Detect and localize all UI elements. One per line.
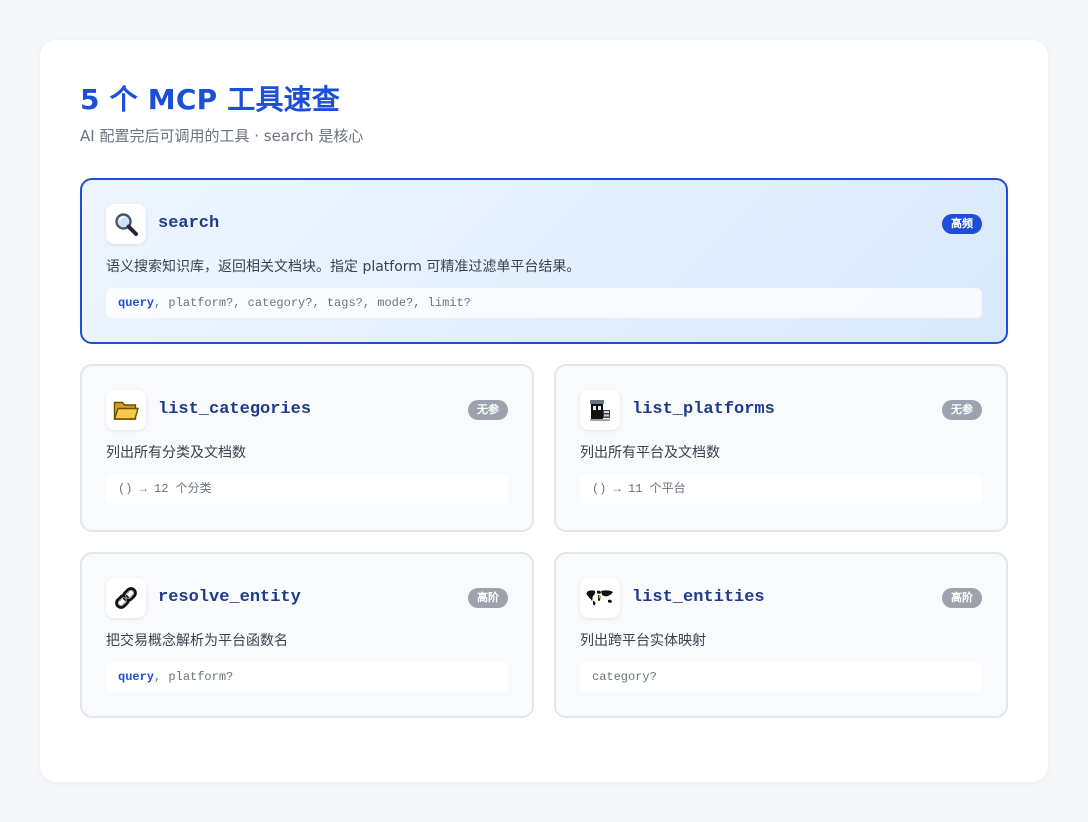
tool-card-search[interactable]: search 高频 语义搜索知识库，返回相关文档块。指定 platform 可精… xyxy=(80,178,1008,344)
status-badge: 高阶 xyxy=(468,588,508,608)
signature-required-param: query xyxy=(118,670,155,684)
tool-name: list_entities xyxy=(632,588,765,607)
signature-required-param: query xyxy=(118,296,155,310)
status-badge: 高频 xyxy=(942,214,982,234)
signature-params: , platform? xyxy=(154,670,234,684)
tool-card-list-entities[interactable]: list_entities 高阶 列出跨平台实体映射 category? xyxy=(554,552,1008,718)
platform-icon xyxy=(580,390,620,430)
page-title: 5 个 MCP 工具速查 xyxy=(80,83,341,116)
status-badge: 无参 xyxy=(468,400,508,420)
page-subtitle: AI 配置完后可调用的工具 · search 是核心 xyxy=(80,127,364,145)
tool-name: list_platforms xyxy=(632,400,775,419)
link-icon xyxy=(106,578,146,618)
signature-params: , platform?, category?, tags?, mode?, li… xyxy=(154,296,471,310)
tool-description: 列出所有分类及文档数 xyxy=(106,445,246,461)
tool-signature: category? xyxy=(580,662,982,692)
tools-panel: 5 个 MCP 工具速查 AI 配置完后可调用的工具 · search 是核心 … xyxy=(40,40,1048,782)
magnifier-icon xyxy=(106,204,146,244)
tool-description: 列出所有平台及文档数 xyxy=(580,445,720,461)
folder-icon xyxy=(106,390,146,430)
tool-name: search xyxy=(158,214,220,233)
world-map-icon xyxy=(580,578,620,618)
tool-description: 语义搜索知识库，返回相关文档块。指定 platform 可精准过滤单平台结果。 xyxy=(106,259,581,275)
status-badge: 无参 xyxy=(942,400,982,420)
signature-params: () → 11 个平台 xyxy=(592,482,686,496)
signature-params: category? xyxy=(592,670,657,684)
tool-signature: () → 11 个平台 xyxy=(580,474,982,504)
signature-params: () → 12 个分类 xyxy=(118,482,212,496)
tool-signature: query, platform?, category?, tags?, mode… xyxy=(106,288,982,318)
tool-signature: query, platform? xyxy=(106,662,508,692)
tool-card-list-categories[interactable]: list_categories 无参 列出所有分类及文档数 () → 12 个分… xyxy=(80,364,534,532)
tool-card-list-platforms[interactable]: list_platforms 无参 列出所有平台及文档数 () → 11 个平台 xyxy=(554,364,1008,532)
tool-description: 列出跨平台实体映射 xyxy=(580,633,706,649)
tool-name: list_categories xyxy=(158,400,312,419)
tool-name: resolve_entity xyxy=(158,588,301,607)
tool-signature: () → 12 个分类 xyxy=(106,474,508,504)
tool-description: 把交易概念解析为平台函数名 xyxy=(106,633,288,649)
tool-card-resolve-entity[interactable]: resolve_entity 高阶 把交易概念解析为平台函数名 query, p… xyxy=(80,552,534,718)
status-badge: 高阶 xyxy=(942,588,982,608)
